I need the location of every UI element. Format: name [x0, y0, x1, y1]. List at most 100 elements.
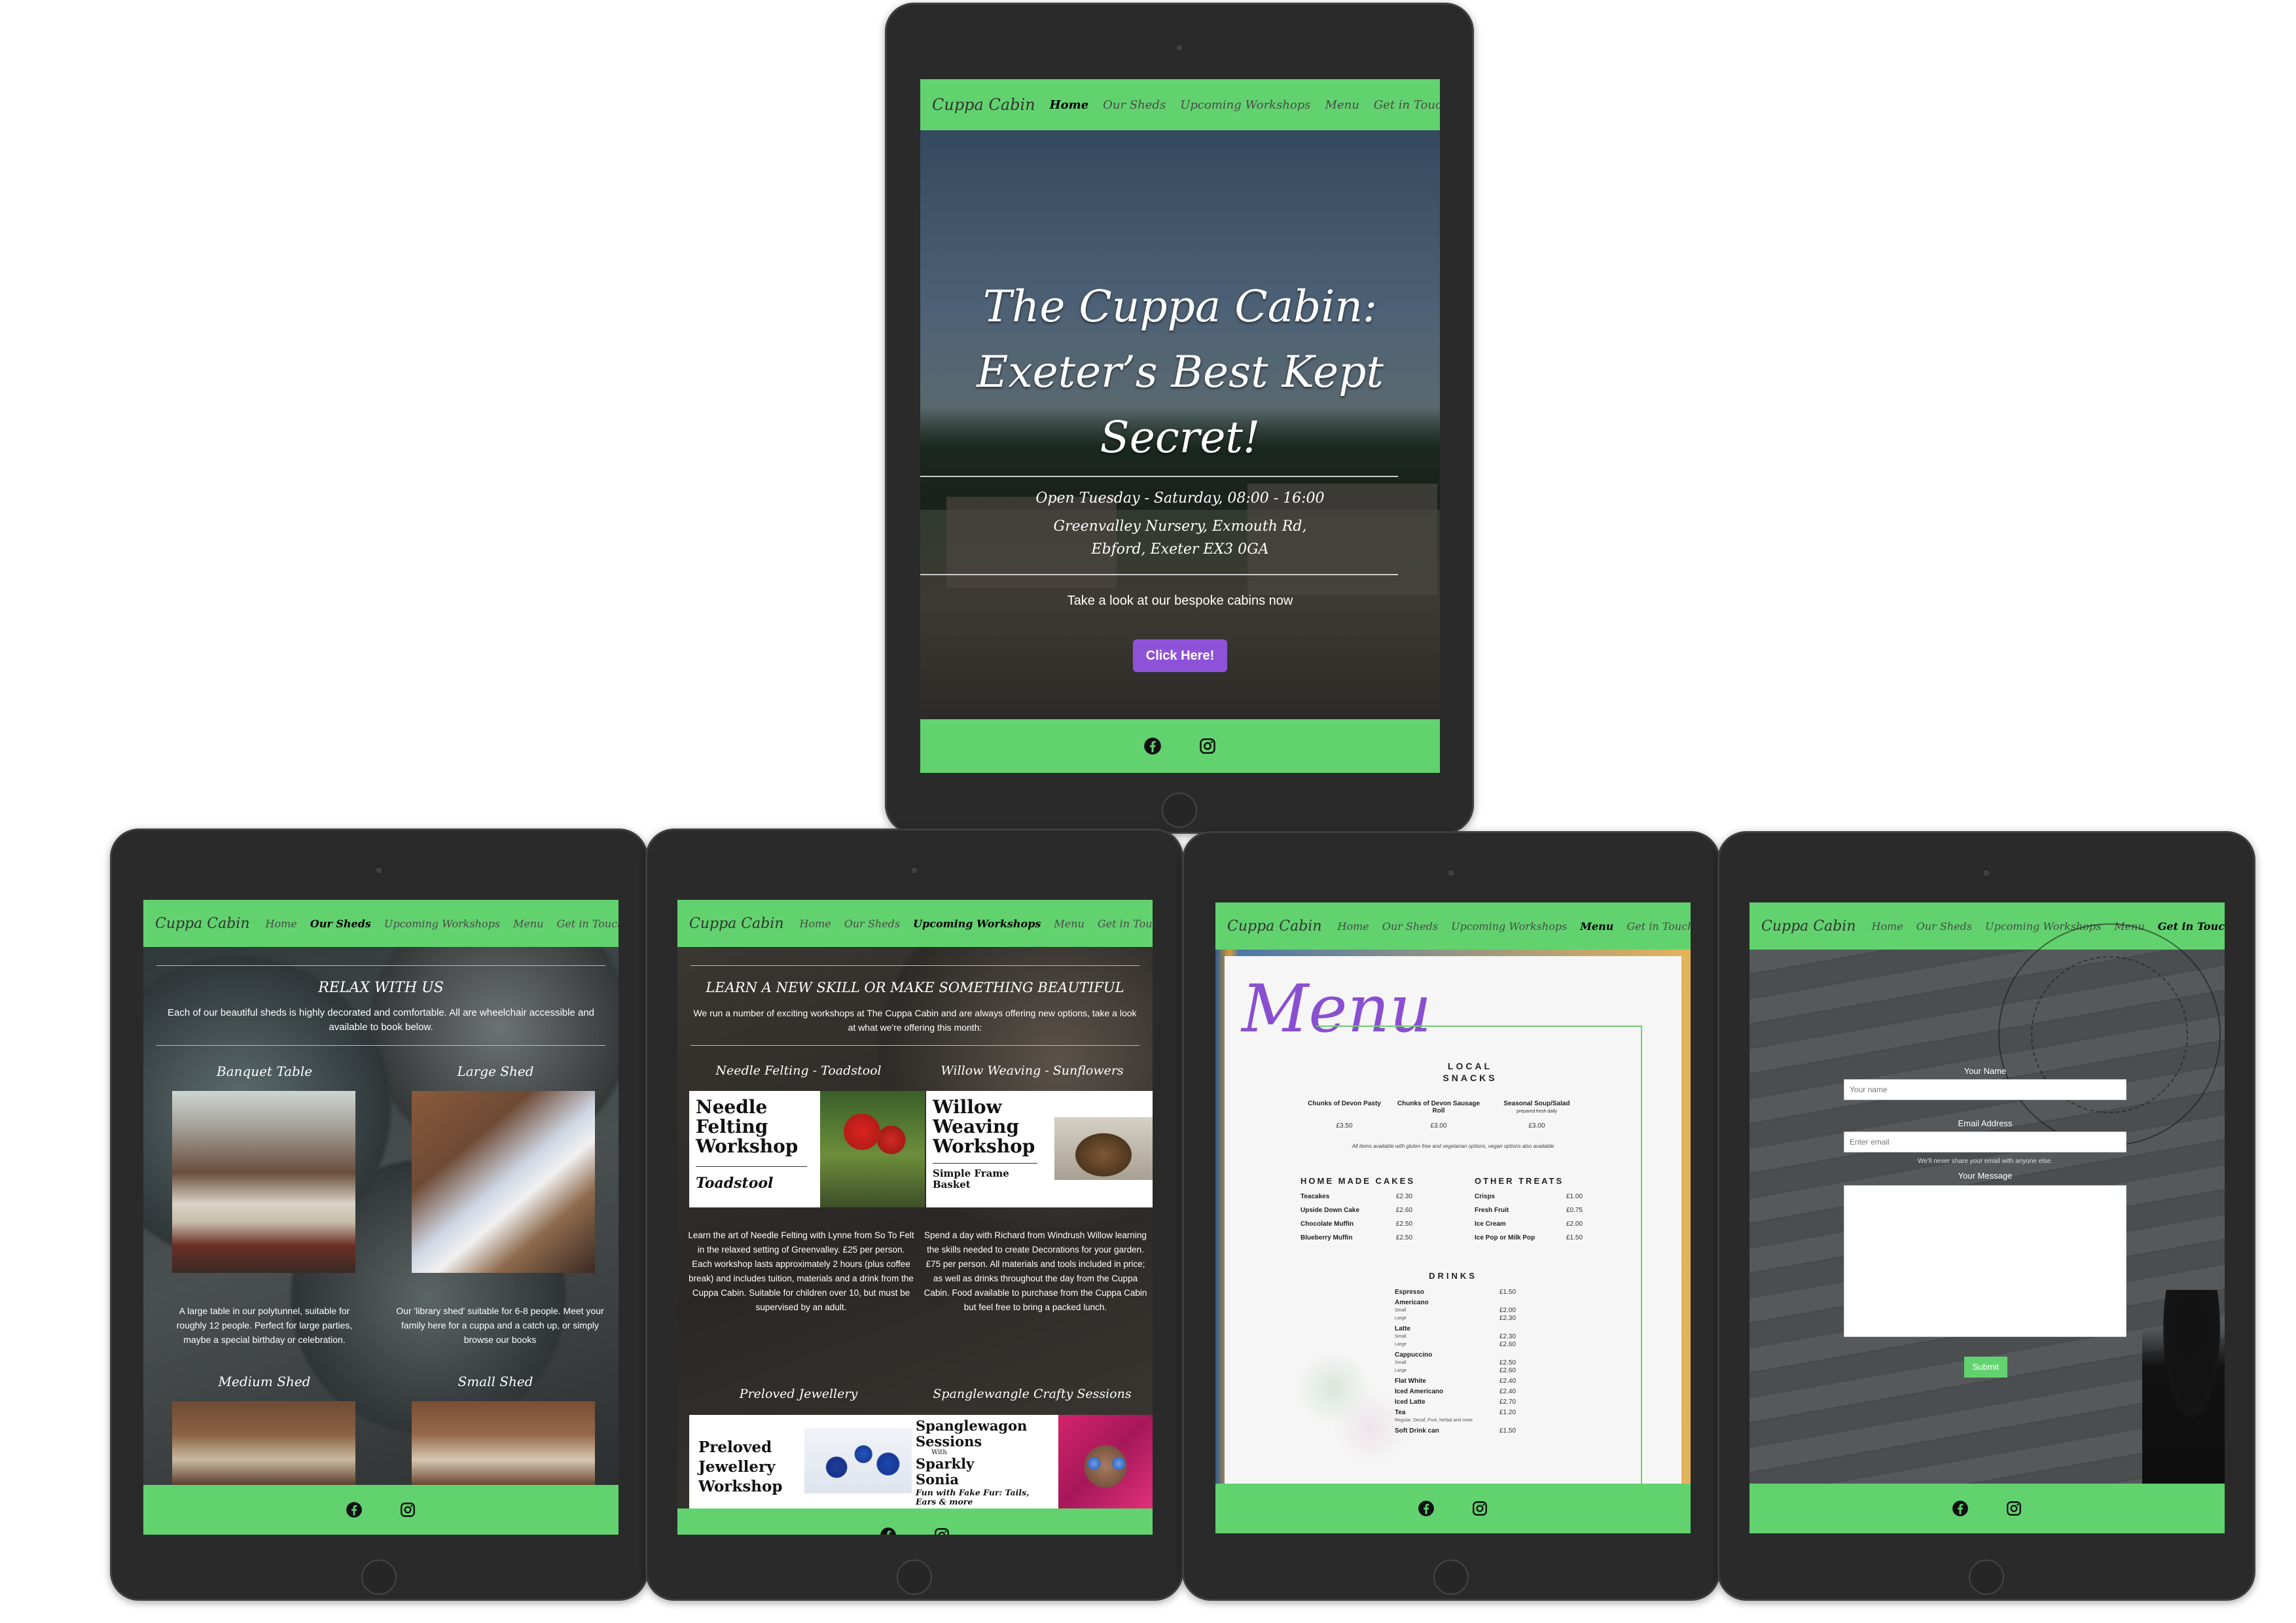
screen-workshops: Cuppa Cabin Home Our Sheds Upcoming Work… [677, 900, 1153, 1535]
drinks-heading: DRINKS [1429, 1271, 1477, 1281]
hero-title-line-1: The Cuppa Cabin: [982, 281, 1378, 332]
nav-home[interactable]: Home [1050, 98, 1089, 112]
drink-name: Tea [1395, 1409, 1406, 1416]
nav-our-sheds[interactable]: Our Sheds [1103, 98, 1166, 112]
navbar: Cuppa Cabin Home Our Sheds Upcoming Work… [1215, 902, 1691, 950]
poster-jewellery-line-1: Preloved [698, 1438, 772, 1456]
nav-brand[interactable]: Cuppa Cabin [1227, 918, 1322, 935]
home-button[interactable] [1162, 793, 1197, 828]
facebook-icon[interactable] [1418, 1500, 1435, 1517]
poster-sparkly-line-5: Sonia [916, 1471, 960, 1488]
facebook-icon[interactable] [346, 1501, 363, 1518]
nav-our-sheds[interactable]: Our Sheds [844, 918, 900, 930]
workshop-desc-felting: Learn the art of Needle Felting with Lyn… [688, 1230, 914, 1312]
cake-price: £2.30 [1396, 1193, 1413, 1200]
nav-workshops[interactable]: Upcoming Workshops [1451, 920, 1567, 933]
divider-top [156, 965, 605, 966]
cake-name: Teacakes [1300, 1193, 1330, 1200]
nav-our-sheds[interactable]: Our Sheds [1382, 920, 1438, 933]
facebook-icon[interactable] [880, 1527, 897, 1535]
home-button[interactable] [897, 1560, 932, 1595]
treat-name: Ice Pop or Milk Pop [1475, 1234, 1535, 1241]
nav-get-in-touch[interactable]: Get in Touch [1098, 918, 1153, 930]
email-label: Email Address [1958, 1118, 2013, 1128]
drink-price: £1.50 [1499, 1427, 1516, 1435]
nav-home[interactable]: Home [1338, 920, 1369, 933]
nav-home[interactable]: Home [1872, 920, 1903, 933]
instagram-icon[interactable] [399, 1501, 416, 1518]
name-input[interactable] [1844, 1079, 2126, 1100]
nav-home[interactable]: Home [266, 918, 297, 930]
nav-menu[interactable]: Menu [1054, 918, 1084, 930]
hero-divider-bottom [920, 574, 1398, 575]
drink-subtext: Regular, Decaf, Fruit, herbal and more [1395, 1418, 1473, 1423]
local-heading-2: SNACKS [1443, 1073, 1498, 1083]
poster-felting-sub: Toadstool [696, 1175, 774, 1192]
nav-get-in-touch[interactable]: Get in Touch [1374, 98, 1440, 112]
nav-our-sheds[interactable]: Our Sheds [1916, 920, 1972, 933]
nav-our-sheds[interactable]: Our Sheds [310, 918, 371, 930]
poster-jewellery[interactable]: Preloved Jewellery Workshop [689, 1415, 912, 1508]
screen-our-sheds: Cuppa Cabin Home Our Sheds Upcoming Work… [143, 900, 619, 1535]
workshop-title-jewellery: Preloved Jewellery [739, 1387, 858, 1401]
nav-brand[interactable]: Cuppa Cabin [155, 916, 250, 932]
nav-get-in-touch[interactable]: Get in Touch [2158, 920, 2225, 933]
nav-workshops[interactable]: Upcoming Workshops [384, 918, 500, 930]
cta-button[interactable]: Click Here! [1133, 639, 1227, 672]
nav-brand[interactable]: Cuppa Cabin [689, 916, 784, 932]
facebook-icon[interactable] [1952, 1500, 1969, 1517]
shed-image-small[interactable] [412, 1401, 595, 1485]
nav-workshops[interactable]: Upcoming Workshops [913, 918, 1041, 930]
menu-section: Menu LOCAL SNACKS Chunks of Devon Pasty £… [1215, 950, 1691, 1484]
screen-menu: Cuppa Cabin Home Our Sheds Upcoming Work… [1215, 902, 1691, 1533]
poster-willow[interactable]: Willow Weaving Workshop Simple Frame Bas… [926, 1091, 1153, 1207]
drink-name: Soft Drink can [1395, 1427, 1439, 1435]
treat-price: £0.75 [1566, 1207, 1583, 1214]
nav-menu[interactable]: Menu [1325, 98, 1359, 112]
local-heading-1: LOCAL [1447, 1061, 1493, 1071]
poster-spanglewangle[interactable]: Spanglewagon Sessions With Sparkly Sonia… [912, 1415, 1153, 1508]
local-snack-name: Seasonal Soup/Salad [1503, 1100, 1570, 1107]
home-button[interactable] [1433, 1560, 1469, 1595]
contact-section: Your Name Email Address We'll never shar… [1749, 923, 2225, 1484]
nav-home[interactable]: Home [800, 918, 831, 930]
cake-price: £2.60 [1396, 1207, 1413, 1214]
drink-name: Flat White [1395, 1378, 1426, 1385]
facebook-icon[interactable] [1143, 737, 1162, 755]
shed-image-banquet[interactable] [172, 1091, 355, 1273]
email-input[interactable] [1844, 1132, 2126, 1152]
drink-price: £2.30 [1499, 1333, 1516, 1340]
home-button[interactable] [1969, 1560, 2004, 1595]
instagram-icon[interactable] [2005, 1500, 2022, 1517]
cake-name: Chocolate Muffin [1300, 1221, 1354, 1228]
drink-price: £2.60 [1499, 1341, 1516, 1348]
nav-get-in-touch[interactable]: Get in Touch [1626, 920, 1691, 933]
poster-felting-line-1: Needle [696, 1096, 768, 1118]
shed-image-large[interactable] [412, 1091, 595, 1273]
nav-menu[interactable]: Menu [513, 918, 543, 930]
drink-name: Cappuccino [1395, 1351, 1433, 1359]
screen-contact: Cuppa Cabin Home Our Sheds Upcoming Work… [1749, 902, 2225, 1533]
shed-image-medium[interactable] [172, 1401, 355, 1485]
nav-brand[interactable]: Cuppa Cabin [932, 96, 1035, 114]
nav-brand[interactable]: Cuppa Cabin [1761, 918, 1856, 935]
instagram-icon[interactable] [933, 1527, 950, 1535]
drink-name: Americano [1395, 1299, 1429, 1306]
drink-price: £2.30 [1499, 1315, 1516, 1322]
navbar: Cuppa Cabin Home Our Sheds Upcoming Work… [677, 900, 1153, 947]
nav-workshops[interactable]: Upcoming Workshops [1180, 98, 1310, 112]
hero-title-line-2: Exeter’s Best Kept [977, 347, 1384, 397]
submit-button[interactable]: Submit [1964, 1357, 2007, 1378]
poster-sparkly-line-2: Sessions [916, 1433, 982, 1450]
treats-heading: OTHER TREATS [1475, 1176, 1564, 1186]
home-button[interactable] [361, 1560, 397, 1595]
hero-section: The Cuppa Cabin: Exeter’s Best Kept Secr… [920, 130, 1440, 719]
instagram-icon[interactable] [1471, 1500, 1488, 1517]
message-textarea[interactable] [1844, 1185, 2126, 1337]
shed-title-large: Large Shed [457, 1063, 534, 1079]
nav-menu[interactable]: Menu [1580, 920, 1613, 933]
poster-felting[interactable]: Needle Felting Workshop Toadstool [689, 1091, 925, 1207]
drink-price: £1.20 [1499, 1409, 1516, 1416]
instagram-icon[interactable] [1198, 737, 1217, 755]
nav-get-in-touch[interactable]: Get in Touch [557, 918, 619, 930]
